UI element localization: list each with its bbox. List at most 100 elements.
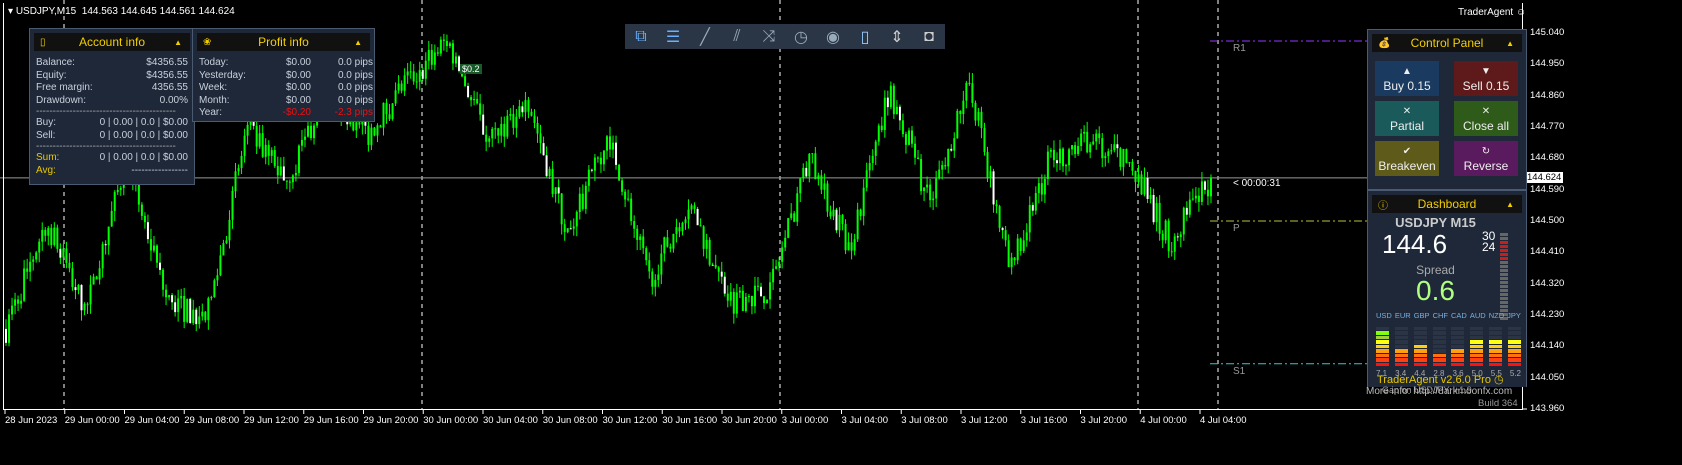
time-tick: 30 Jun 12:00 xyxy=(602,415,658,426)
cell: $0.00 xyxy=(285,57,311,68)
channel-icon[interactable]: ⫽ xyxy=(723,28,751,46)
close-all-button[interactable]: ✕ Close all xyxy=(1454,101,1518,136)
breakeven-button[interactable]: ✔ Breakeven xyxy=(1375,141,1439,176)
cell: Sum: xyxy=(36,152,60,163)
bar-timer: < 00:00:31 xyxy=(1233,178,1281,189)
strength-segment xyxy=(1413,335,1427,339)
resize-icon[interactable]: ⇕ xyxy=(883,27,911,47)
strength-segment xyxy=(1432,349,1446,353)
strength-segment xyxy=(1507,335,1521,339)
spread-value: 0.6 xyxy=(1416,275,1455,306)
strength-segment xyxy=(1451,340,1465,344)
shuffle-icon[interactable]: ⤨ xyxy=(755,28,783,46)
info-icon: ⓘ xyxy=(1378,200,1388,212)
cell: Buy: xyxy=(36,117,57,128)
collapse-icon[interactable]: ▲ xyxy=(1506,200,1514,209)
control-panel-header[interactable]: 💰 Control Panel ▲ xyxy=(1372,34,1522,52)
time-tick: 30 Jun 08:00 xyxy=(542,415,598,426)
info-row: Equity: $4356.55 xyxy=(30,70,194,83)
info-row: Avg: ----------------- xyxy=(30,165,194,178)
info-row: Sum: 0 | 0.00 | 0.0 | $0.00 xyxy=(30,152,194,165)
account-info-header[interactable]: ▯ Account info ▲ xyxy=(34,33,190,51)
eye-icon[interactable]: ◉ xyxy=(819,27,847,47)
cell: Year: xyxy=(199,107,222,118)
meter-segment xyxy=(1500,293,1508,296)
meter-segment xyxy=(1500,301,1508,304)
strength-segment xyxy=(1451,349,1465,353)
trendline-icon[interactable]: ╱ xyxy=(691,27,719,47)
trash-icon[interactable]: ▯ xyxy=(851,27,879,47)
currency-label: AUD xyxy=(1469,311,1486,320)
trade-label[interactable]: $0.2 xyxy=(460,64,482,74)
time-tick: 3 Jul 04:00 xyxy=(841,415,888,426)
meter-segment xyxy=(1500,249,1508,252)
strength-segment xyxy=(1489,344,1503,348)
price-tick: 144.950 xyxy=(1530,58,1565,70)
collapse-icon[interactable]: ▲ xyxy=(1506,39,1514,48)
strength-segment xyxy=(1376,331,1389,335)
strength-segment xyxy=(1413,349,1427,353)
strength-segment xyxy=(1489,326,1503,330)
strength-segment xyxy=(1507,331,1521,335)
profit-icon: ❀ xyxy=(203,36,212,48)
time-tick: 29 Jun 12:00 xyxy=(244,415,299,426)
collapse-icon[interactable]: ▲ xyxy=(174,38,182,47)
time-tick: 30 Jun 16:00 xyxy=(662,415,718,426)
button-label: Breakeven xyxy=(1378,159,1436,173)
windows-icon[interactable]: ⧉ xyxy=(627,28,655,46)
account-info-panel: ▯ Account info ▲ Balance: $4356.55 Equity: $4… xyxy=(29,28,195,185)
drawing-toolbar: ⧉ ☰ ╱ ⫽ ⤨ ◷ ◉ ▯ ⇕ ◘ xyxy=(625,24,945,49)
time-tick: 30 Jun 04:00 xyxy=(483,415,538,426)
tick-volume-meter xyxy=(1500,233,1508,321)
strength-segment xyxy=(1432,353,1446,357)
meter-segment xyxy=(1500,297,1508,300)
info-row: Drawdown: 0.00% xyxy=(30,95,194,108)
collapse-icon[interactable]: ▲ xyxy=(354,38,362,47)
info-link[interactable]: More info: http://darkmoonfx.com xyxy=(1366,386,1512,397)
strength-segment xyxy=(1470,353,1484,357)
strength-segment xyxy=(1394,340,1408,344)
cell: $4356.55 xyxy=(146,57,188,68)
cell: Today: xyxy=(199,57,229,68)
strength-bar-chf xyxy=(1432,326,1446,366)
time-tick: 3 Jul 16:00 xyxy=(1020,415,1068,426)
info-row: Buy: 0 | 0.00 | 0.0 | $0.00 xyxy=(30,117,194,130)
profit-row: Month: $0.00 0.0 pips xyxy=(193,95,374,108)
strength-segment xyxy=(1394,344,1408,348)
cell: 4356.55 xyxy=(151,82,188,93)
camera-icon[interactable]: ◘ xyxy=(915,28,943,46)
strength-segment xyxy=(1432,340,1446,344)
profit-row: Yesterday: $0.00 0.0 pips xyxy=(193,70,374,83)
profit-info-panel: ❀ Profit info ▲ Today: $0.00 0.0 pips Yesterd… xyxy=(192,28,375,122)
price-tick: 144.320 xyxy=(1530,277,1565,289)
meter-segment xyxy=(1500,273,1508,276)
strength-segment xyxy=(1432,331,1446,335)
ohlc: 144.563 144.645 144.561 144.624 xyxy=(81,6,235,17)
cell: Free margin: xyxy=(36,82,93,93)
strength-segment xyxy=(1394,362,1408,366)
sell-button[interactable]: ▼ Sell 0.15 xyxy=(1454,61,1518,96)
strength-segment xyxy=(1451,344,1465,348)
strength-segment xyxy=(1394,335,1408,339)
separator: ----------------------------------------… xyxy=(36,142,176,152)
strength-segment xyxy=(1432,326,1446,330)
buy-button[interactable]: ▲ Buy 0.15 xyxy=(1375,61,1439,96)
time-tick: 4 Jul 04:00 xyxy=(1200,415,1247,426)
menu-icon[interactable]: ☰ xyxy=(659,27,687,47)
cell: 0 | 0.00 | 0.0 | $0.00 xyxy=(99,129,188,141)
strength-segment xyxy=(1376,358,1389,362)
clock-icon[interactable]: ◷ xyxy=(787,27,815,47)
cell: Week: xyxy=(199,82,228,93)
dashboard-header[interactable]: ⓘ Dashboard ▲ xyxy=(1372,195,1522,213)
strength-bar-aud xyxy=(1470,326,1484,366)
cell: Balance: xyxy=(36,57,75,68)
price-tick: 144.860 xyxy=(1530,89,1565,101)
price-tick: 143.960 xyxy=(1530,403,1565,414)
reverse-button[interactable]: ↻ Reverse xyxy=(1454,141,1518,176)
partial-button[interactable]: ✕ Partial xyxy=(1375,101,1439,136)
time-tick: 4 Jul 00:00 xyxy=(1140,415,1187,426)
cell: $0.00 xyxy=(285,94,311,106)
profit-info-header[interactable]: ❀ Profit info ▲ xyxy=(197,33,370,51)
time-tick: 3 Jul 08:00 xyxy=(901,415,948,426)
strength-segment xyxy=(1413,326,1427,330)
